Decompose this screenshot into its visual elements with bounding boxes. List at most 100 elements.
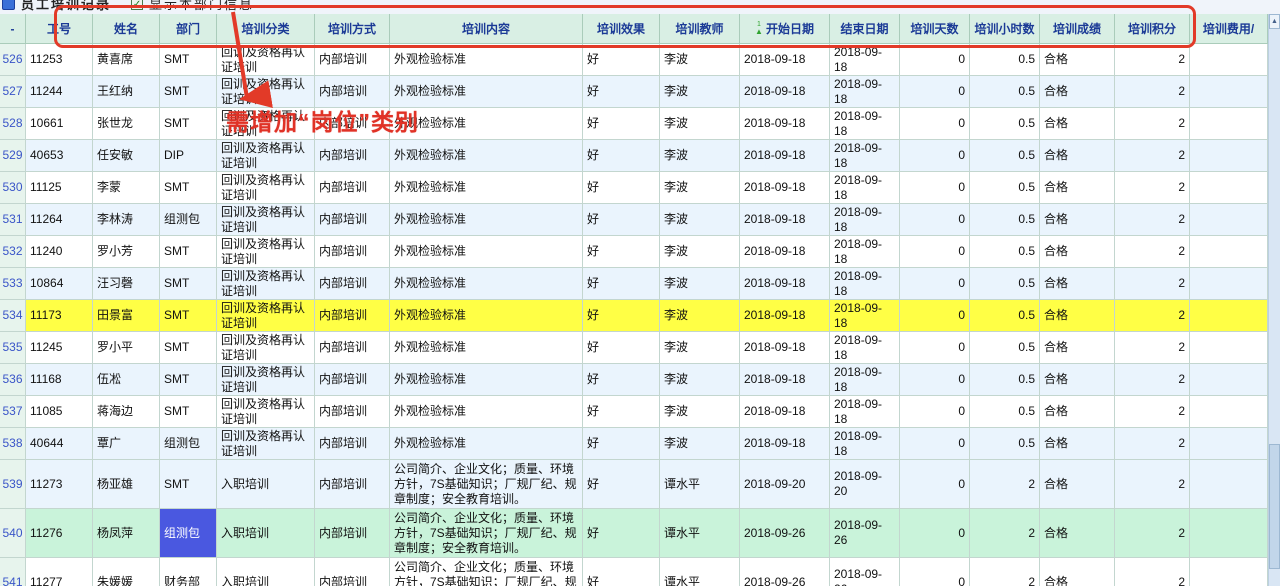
cell-days[interactable]: 0 [900, 172, 970, 204]
cell-hours[interactable]: 0.5 [970, 300, 1040, 332]
cell-teacher[interactable]: 李波 [660, 396, 740, 428]
cell-cost[interactable] [1190, 300, 1268, 332]
cell-end[interactable]: 2018-09-18 [830, 108, 900, 140]
cell-cost[interactable] [1190, 76, 1268, 108]
column-header-method[interactable]: 培训方式 [315, 14, 390, 44]
cell-id[interactable]: 11168 [26, 364, 93, 396]
cell-teacher[interactable]: 李波 [660, 428, 740, 460]
cell-method[interactable]: 内部培训 [315, 268, 390, 300]
cell-points[interactable]: 2 [1115, 396, 1190, 428]
column-header-content[interactable]: 培训内容 [390, 14, 583, 44]
column-header-points[interactable]: 培训积分 [1115, 14, 1190, 44]
cell-id[interactable]: 11240 [26, 236, 93, 268]
cell-name[interactable]: 覃广 [93, 428, 160, 460]
cell-end[interactable]: 2018-09-18 [830, 236, 900, 268]
cell-content[interactable]: 公司简介、企业文化；质量、环境方针，7S基础知识；厂规厂纪、规章制度；安全教育培… [390, 509, 583, 558]
cell-points[interactable]: 2 [1115, 236, 1190, 268]
cell-method[interactable]: 内部培训 [315, 558, 390, 586]
cell-id[interactable]: 11173 [26, 300, 93, 332]
cell-days[interactable]: 0 [900, 509, 970, 558]
cell-days[interactable]: 0 [900, 460, 970, 509]
cell-end[interactable]: 2018-09-20 [830, 460, 900, 509]
cell-points[interactable]: 2 [1115, 558, 1190, 586]
cell-points[interactable]: 2 [1115, 332, 1190, 364]
cell-effect[interactable]: 好 [583, 44, 660, 76]
cell-cost[interactable] [1190, 44, 1268, 76]
cell-hours[interactable]: 2 [970, 509, 1040, 558]
scroll-up-button[interactable]: ▲ [1269, 14, 1280, 29]
cell-points[interactable]: 2 [1115, 140, 1190, 172]
cell-start[interactable]: 2018-09-18 [740, 300, 830, 332]
cell-teacher[interactable]: 谭水平 [660, 460, 740, 509]
cell-score[interactable]: 合格 [1040, 300, 1115, 332]
cell-dept[interactable]: SMT [160, 364, 217, 396]
cell-name[interactable]: 田景富 [93, 300, 160, 332]
cell-category[interactable]: 回训及资格再认证培训 [217, 44, 315, 76]
cell-days[interactable]: 0 [900, 108, 970, 140]
cell-end[interactable]: 2018-09-18 [830, 44, 900, 76]
cell-dept[interactable]: DIP [160, 140, 217, 172]
cell-score[interactable]: 合格 [1040, 140, 1115, 172]
cell-teacher[interactable]: 李波 [660, 44, 740, 76]
cell-start[interactable]: 2018-09-18 [740, 44, 830, 76]
cell-category[interactable]: 回训及资格再认证培训 [217, 396, 315, 428]
cell-name[interactable]: 蒋海边 [93, 396, 160, 428]
cell-content[interactable]: 外观检验标准 [390, 428, 583, 460]
cell-id[interactable]: 10661 [26, 108, 93, 140]
cell-score[interactable]: 合格 [1040, 108, 1115, 140]
cell-category[interactable]: 入职培训 [217, 558, 315, 586]
column-header-end[interactable]: 结束日期 [830, 14, 900, 44]
cell-points[interactable]: 2 [1115, 76, 1190, 108]
cell-hours[interactable]: 0.5 [970, 236, 1040, 268]
cell-method[interactable]: 内部培训 [315, 204, 390, 236]
row-number-cell[interactable]: 529 [0, 140, 26, 172]
cell-dept[interactable]: SMT [160, 76, 217, 108]
cell-content[interactable]: 外观检验标准 [390, 268, 583, 300]
cell-id[interactable]: 11245 [26, 332, 93, 364]
row-number-cell[interactable]: 526 [0, 44, 26, 76]
cell-effect[interactable]: 好 [583, 364, 660, 396]
cell-content[interactable]: 公司简介、企业文化；质量、环境方针，7S基础知识；厂规厂纪、规章制度；安全教育培… [390, 558, 583, 586]
cell-id[interactable]: 10864 [26, 268, 93, 300]
cell-name[interactable]: 黄喜席 [93, 44, 160, 76]
cell-method[interactable]: 内部培训 [315, 76, 390, 108]
vertical-scrollbar[interactable]: ▲ [1268, 14, 1280, 586]
cell-category[interactable]: 回训及资格再认证培训 [217, 108, 315, 140]
column-header-score[interactable]: 培训成绩 [1040, 14, 1115, 44]
cell-teacher[interactable]: 李波 [660, 268, 740, 300]
cell-hours[interactable]: 0.5 [970, 44, 1040, 76]
cell-id[interactable]: 11085 [26, 396, 93, 428]
cell-teacher[interactable]: 李波 [660, 204, 740, 236]
cell-start[interactable]: 2018-09-18 [740, 236, 830, 268]
cell-score[interactable]: 合格 [1040, 509, 1115, 558]
cell-category[interactable]: 回训及资格再认证培训 [217, 204, 315, 236]
cell-cost[interactable] [1190, 108, 1268, 140]
cell-points[interactable]: 2 [1115, 300, 1190, 332]
cell-name[interactable]: 朱媛媛 [93, 558, 160, 586]
cell-dept[interactable]: SMT [160, 172, 217, 204]
cell-effect[interactable]: 好 [583, 76, 660, 108]
cell-dept[interactable]: SMT [160, 268, 217, 300]
cell-id[interactable]: 11244 [26, 76, 93, 108]
column-header-effect[interactable]: 培训效果 [583, 14, 660, 44]
cell-dept[interactable]: 组测包 [160, 204, 217, 236]
cell-method[interactable]: 内部培训 [315, 300, 390, 332]
cell-hours[interactable]: 0.5 [970, 140, 1040, 172]
cell-start[interactable]: 2018-09-18 [740, 428, 830, 460]
cell-hours[interactable]: 2 [970, 460, 1040, 509]
cell-start[interactable]: 2018-09-26 [740, 558, 830, 586]
cell-name[interactable]: 王红纳 [93, 76, 160, 108]
cell-effect[interactable]: 好 [583, 460, 660, 509]
cell-dept[interactable]: SMT [160, 396, 217, 428]
cell-start[interactable]: 2018-09-26 [740, 509, 830, 558]
cell-dept[interactable]: SMT [160, 236, 217, 268]
cell-category[interactable]: 入职培训 [217, 460, 315, 509]
cell-days[interactable]: 0 [900, 396, 970, 428]
cell-end[interactable]: 2018-09-18 [830, 428, 900, 460]
cell-effect[interactable]: 好 [583, 558, 660, 586]
cell-days[interactable]: 0 [900, 428, 970, 460]
cell-content[interactable]: 外观检验标准 [390, 108, 583, 140]
cell-id[interactable]: 11273 [26, 460, 93, 509]
cell-end[interactable]: 2018-09-18 [830, 364, 900, 396]
cell-end[interactable]: 2018-09-18 [830, 172, 900, 204]
